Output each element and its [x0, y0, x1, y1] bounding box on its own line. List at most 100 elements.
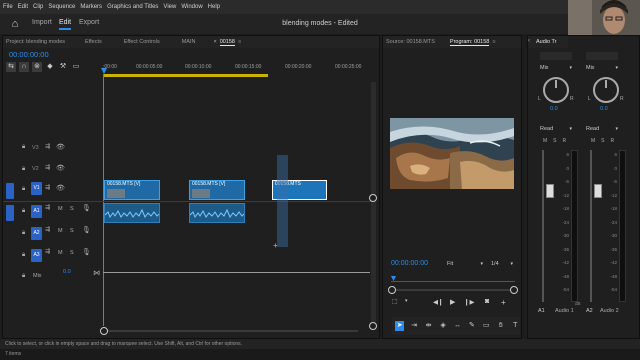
lock-icon[interactable]: 🔒︎ [22, 208, 25, 215]
track-target-v1[interactable]: V1 [31, 182, 42, 195]
audio-clip[interactable] [189, 203, 245, 223]
voiceover-mic-icon[interactable]: 🎙︎ [82, 248, 91, 256]
chevron-down-icon[interactable]: ▾ [405, 298, 408, 304]
volume-fader[interactable] [546, 184, 554, 198]
pen-tool-icon[interactable]: ✎ [467, 321, 476, 331]
menu-view[interactable]: View [163, 4, 176, 10]
tab-menu-icon[interactable]: ≡ [238, 39, 241, 45]
step-back-icon[interactable]: ◀❙ [433, 298, 443, 306]
tab-source[interactable]: Source: 00158.MTS [386, 39, 435, 45]
eye-icon[interactable]: 👁︎ [56, 164, 65, 172]
razor-icon[interactable]: ◈ [438, 321, 447, 331]
record-button[interactable]: R [563, 138, 567, 144]
tab-audio-track-mixer[interactable]: Audio Tr [536, 39, 556, 45]
lock-icon[interactable]: 🔒︎ [22, 144, 25, 151]
tab-main[interactable]: MAIN [182, 39, 196, 45]
monitor-scrub-bar[interactable] [391, 276, 515, 283]
mix-track-value[interactable]: 0.0 [63, 269, 71, 275]
timeline-timecode[interactable]: 00:00:00:00 [9, 50, 49, 59]
solo-button[interactable]: S [601, 138, 604, 144]
time-ruler[interactable]: :00:00 00:00:05:00 00:00:10:00 00:00:15:… [103, 62, 373, 74]
workspace-import[interactable]: Import [32, 19, 52, 26]
work-area-bar[interactable] [103, 74, 268, 77]
workspace-edit[interactable]: Edit [59, 19, 72, 30]
lock-icon[interactable]: 🔒︎ [22, 186, 25, 193]
zoom-handle-left[interactable] [100, 327, 108, 335]
nest-icon[interactable]: ⇆ [6, 62, 16, 72]
solo-button[interactable]: S [70, 228, 74, 234]
lock-icon[interactable]: 🔒︎ [22, 273, 25, 280]
tab-program[interactable]: Program: 00158 [449, 39, 490, 46]
camera-icon[interactable]: ◙ [485, 298, 489, 305]
scroll-handle[interactable] [369, 194, 377, 202]
automation-mode-dropdown[interactable]: Read ▾ [540, 126, 572, 134]
linked-selection-icon[interactable]: ⊗ [32, 62, 42, 72]
wrench-icon[interactable]: ⚒ [58, 62, 68, 72]
audio-clip[interactable] [104, 203, 160, 223]
mute-button[interactable]: M [58, 206, 63, 212]
pan-value[interactable]: 0.0 [550, 106, 558, 112]
track-target-a3[interactable]: A3 [31, 249, 42, 262]
chevron-left-icon[interactable]: ‹ [528, 38, 530, 44]
mix-trim-icon[interactable]: ⋈ [93, 269, 100, 277]
menu-window[interactable]: Window [181, 4, 202, 10]
sync-lock-icon[interactable]: ⇶ [45, 143, 50, 150]
eye-icon[interactable]: 👁︎ [56, 184, 65, 192]
solo-button[interactable]: S [70, 250, 74, 256]
vertical-scrollbar[interactable] [371, 82, 376, 322]
tab-project[interactable]: Project: blending modes [6, 39, 65, 45]
effects-slot[interactable] [586, 52, 618, 60]
menu-clip[interactable]: Clip [33, 4, 43, 10]
playhead-line[interactable] [103, 74, 104, 326]
monitor-zoom-bar[interactable] [391, 289, 515, 291]
lock-icon[interactable]: 🔒︎ [22, 166, 25, 173]
program-video-frame[interactable] [390, 118, 514, 189]
workspace-export[interactable]: Export [79, 19, 99, 26]
type-tool-icon[interactable]: T [511, 321, 520, 331]
effects-slot[interactable] [540, 52, 572, 60]
tab-effect-controls[interactable]: Effect Controls [124, 39, 160, 45]
source-patch-v1[interactable] [6, 183, 14, 199]
eye-icon[interactable]: 👁︎ [56, 143, 65, 151]
automation-mode-dropdown[interactable]: Read ▾ [586, 126, 618, 134]
menu-markers[interactable]: Markers [80, 4, 102, 10]
voiceover-mic-icon[interactable]: 🎙︎ [82, 204, 91, 212]
add-button-icon[interactable]: + [501, 298, 506, 307]
sync-lock-icon[interactable]: ⇶ [45, 164, 50, 171]
source-patch-a1[interactable] [6, 205, 14, 221]
menu-edit[interactable]: Edit [18, 4, 28, 10]
marker-icon[interactable]: ◆ [45, 62, 55, 72]
volume-fader[interactable] [594, 184, 602, 198]
play-icon[interactable]: ▶ [450, 298, 455, 306]
program-timecode[interactable]: 00:00:00:00 [391, 260, 428, 267]
mute-button[interactable]: M [543, 138, 547, 144]
home-icon[interactable]: ⌂ [9, 18, 21, 30]
mix-volume-line[interactable] [103, 272, 370, 273]
ripple-edit-icon[interactable]: ⇹ [424, 321, 433, 331]
sync-lock-icon[interactable]: ⇶ [45, 204, 50, 211]
zoom-handle[interactable] [388, 286, 396, 294]
av-divider[interactable] [3, 201, 374, 202]
video-clip[interactable]: 00158.MTS [V] [104, 180, 160, 200]
tab-close-icon[interactable]: × [213, 39, 216, 45]
track-target-a2[interactable]: A2 [31, 227, 42, 240]
menu-file[interactable]: File [3, 4, 13, 10]
pan-knob[interactable] [543, 77, 569, 103]
horizontal-scrollbar[interactable] [108, 330, 358, 332]
track-label-v3[interactable]: V3 [32, 145, 39, 151]
rectangle-tool-icon[interactable]: ▭ [482, 321, 491, 331]
solo-button[interactable]: S [553, 138, 556, 144]
menu-help[interactable]: Help [208, 4, 220, 10]
track-label-v2[interactable]: V2 [32, 166, 39, 172]
channel-output-dropdown[interactable]: Mix ▾ [540, 65, 572, 73]
voiceover-mic-icon[interactable]: 🎙︎ [82, 226, 91, 234]
hand-tool-icon[interactable]: ✋︎ [496, 321, 505, 331]
lock-icon[interactable]: 🔒︎ [22, 230, 25, 237]
lock-icon[interactable]: 🔒︎ [22, 252, 25, 259]
resolution-dropdown[interactable]: 1/4 ▾ [491, 261, 513, 269]
selection-tool-icon[interactable]: ➤ [395, 321, 405, 331]
record-button[interactable]: R [611, 138, 615, 144]
scroll-handle[interactable] [369, 322, 377, 330]
sync-lock-icon[interactable]: ⇶ [45, 248, 50, 255]
safe-margins-icon[interactable]: ⬚ [392, 298, 398, 305]
